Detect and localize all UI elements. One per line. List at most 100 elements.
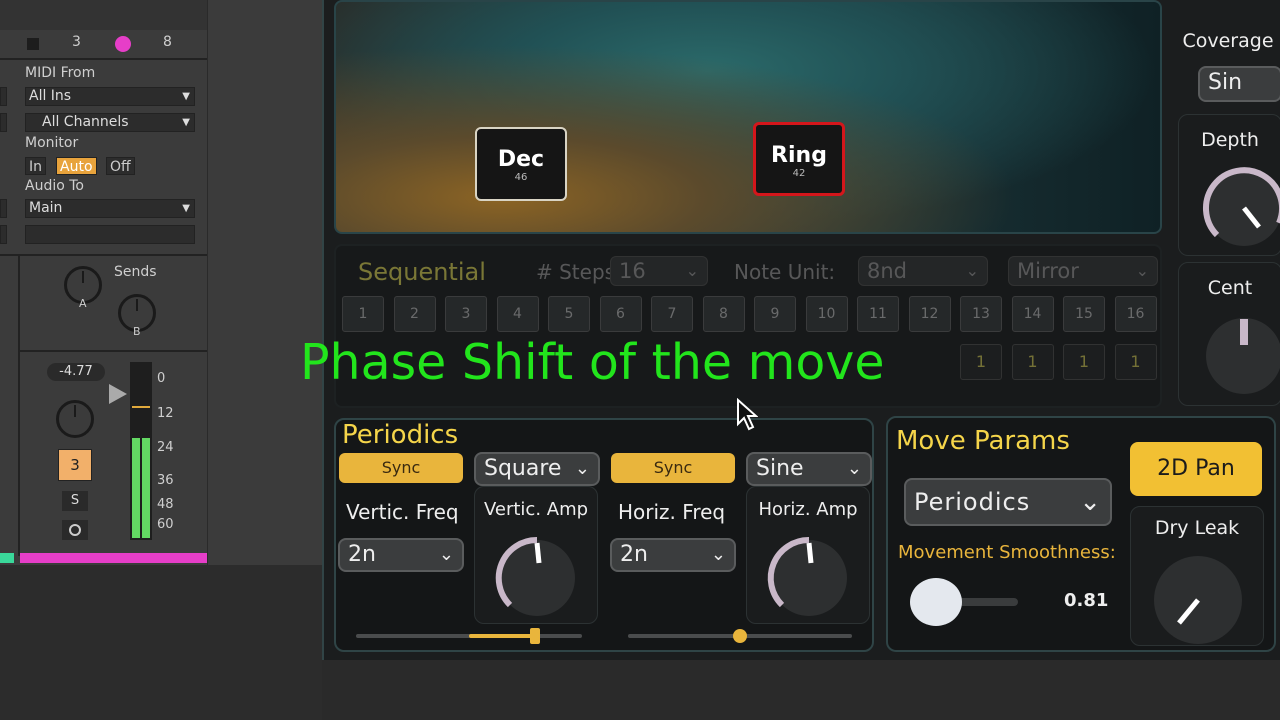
step-button[interactable]: 8 <box>702 296 745 332</box>
pan-knob[interactable] <box>56 400 94 438</box>
meter-scale-60: 60 <box>157 517 174 532</box>
step-button[interactable]: 1 <box>342 296 384 332</box>
steps-label: # Steps <box>536 260 616 284</box>
track-header <box>0 0 207 30</box>
step-button[interactable]: 2 <box>393 296 436 332</box>
horizontal-amp-knob[interactable] <box>764 533 854 623</box>
input-channel-select-edge[interactable] <box>0 113 7 132</box>
chevron-down-icon: ⌄ <box>1079 487 1102 517</box>
step-button[interactable]: 12 <box>908 296 951 332</box>
audio-type-select-edge[interactable] <box>0 199 7 218</box>
movement-mode-select[interactable]: Periodics ⌄ <box>904 478 1112 526</box>
mode-value: Periodics <box>914 488 1031 516</box>
step-button[interactable]: 7 <box>651 296 693 332</box>
monitor-in-button[interactable]: In <box>25 157 47 175</box>
track-color-bar-prev <box>0 553 14 563</box>
step-button[interactable]: 6 <box>599 296 642 332</box>
input-type-select-edge[interactable] <box>0 87 7 106</box>
horizontal-amp-label: Horiz. Amp <box>758 499 858 520</box>
sync-vertical-button[interactable]: Sync <box>339 453 463 483</box>
move-params-panel: Move Params 2D Pan Periodics ⌄ Movement S… <box>886 416 1276 652</box>
vertical-phase-thumb[interactable] <box>530 628 541 644</box>
horizontal-freq-select[interactable]: 2n ⌄ <box>610 538 736 572</box>
stop-icon[interactable] <box>27 38 39 50</box>
step-button[interactable]: 16 <box>1114 296 1157 332</box>
chevron-down-icon: ⌄ <box>1135 261 1149 280</box>
vertical-freq-label: Vertic. Freq <box>346 500 459 524</box>
step-value-cell[interactable]: 1 <box>1011 344 1054 380</box>
divider <box>0 254 207 256</box>
node-number: 46 <box>514 172 528 183</box>
dry-leak-knob[interactable] <box>1151 553 1245 647</box>
move-params-title: Move Params <box>896 426 1070 456</box>
steps-select[interactable]: 16 ⌄ <box>610 256 708 286</box>
note-unit-select[interactable]: 8nd ⌄ <box>858 256 988 286</box>
chevron-down-icon: ⌄ <box>685 261 699 280</box>
sends-label: Sends <box>114 264 157 280</box>
smoothness-value: 0.81 <box>1064 590 1109 611</box>
background-area <box>0 565 322 720</box>
step-button[interactable]: 14 <box>1011 296 1054 332</box>
chevron-down-icon: ▼ <box>182 203 190 214</box>
step-button[interactable]: 13 <box>960 296 1002 332</box>
record-icon <box>69 524 81 536</box>
monitor-auto-button[interactable]: Auto <box>56 157 97 175</box>
monitor-label: Monitor <box>25 135 79 151</box>
step-value-cell[interactable]: 1 <box>1114 344 1157 380</box>
track-activator-button[interactable]: 3 <box>58 449 92 481</box>
meter-scale-36: 36 <box>157 473 174 488</box>
step-value-cell[interactable]: 1 <box>1063 344 1105 380</box>
meter-scale-12: 12 <box>157 406 174 421</box>
2d-pan-button[interactable]: 2D Pan <box>1130 442 1262 496</box>
node-ring[interactable]: Ring 42 <box>753 122 845 196</box>
chevron-down-icon: ⌄ <box>846 458 862 479</box>
vertical-freq-select[interactable]: 2n ⌄ <box>338 538 464 572</box>
monitor-off-button[interactable]: Off <box>106 157 135 175</box>
step-button[interactable]: 15 <box>1063 296 1105 332</box>
step-value-cell[interactable]: 1 <box>960 344 1002 380</box>
spatial-stage[interactable]: Dec 46 Ring 42 <box>334 0 1162 234</box>
chevron-down-icon: ⌄ <box>710 544 726 565</box>
audio-to-value: Main <box>29 200 63 216</box>
coverage-value: Sin <box>1208 70 1243 95</box>
vertical-amp-knob[interactable] <box>492 533 582 623</box>
coverage-select[interactable]: Sin <box>1198 66 1280 102</box>
step-button[interactable]: 10 <box>805 296 848 332</box>
track-number-label: 3 <box>72 34 81 50</box>
meter-left-fill <box>132 438 140 538</box>
freq-value: 2n <box>348 542 376 567</box>
step-button[interactable]: 5 <box>548 296 590 332</box>
midi-from-label: MIDI From <box>25 65 96 81</box>
record-arm-icon[interactable] <box>115 36 131 52</box>
periodics-title: Periodics <box>342 420 459 450</box>
solo-button[interactable]: S <box>62 491 88 511</box>
vertical-waveform-select[interactable]: Square ⌄ <box>474 452 600 486</box>
midi-from-select[interactable]: All Ins ▼ <box>25 87 195 106</box>
arm-button[interactable] <box>62 520 88 540</box>
horizontal-amp-control: Horiz. Amp <box>746 486 870 624</box>
audio-channel-select[interactable] <box>25 225 195 244</box>
audio-channel-select-edge[interactable] <box>0 225 7 244</box>
meter-scale-24: 24 <box>157 440 174 455</box>
audio-to-select[interactable]: Main ▼ <box>25 199 195 218</box>
volume-fader-handle[interactable] <box>109 384 127 404</box>
midi-channel-select[interactable]: All Channels ▼ <box>25 113 195 132</box>
volume-value[interactable]: -4.77 <box>47 363 105 381</box>
step-button[interactable]: 9 <box>754 296 796 332</box>
step-button[interactable]: 11 <box>857 296 899 332</box>
send-b-label: B <box>133 325 141 338</box>
sync-horizontal-button[interactable]: Sync <box>611 453 735 483</box>
send-a-label: A <box>79 297 87 310</box>
depth-knob[interactable] <box>1199 163 1280 253</box>
smoothness-thumb[interactable] <box>910 578 962 626</box>
horizontal-waveform-select[interactable]: Sine ⌄ <box>746 452 872 486</box>
node-dec[interactable]: Dec 46 <box>475 127 567 201</box>
mode-select[interactable]: Mirror ⌄ <box>1008 256 1158 286</box>
knob-pointer <box>82 271 84 283</box>
track-color-bar <box>20 553 207 563</box>
horizontal-phase-thumb[interactable] <box>733 629 747 643</box>
midi-from-value: All Ins <box>29 88 72 104</box>
step-button[interactable]: 4 <box>496 296 539 332</box>
cent-knob[interactable] <box>1199 311 1280 401</box>
step-button[interactable]: 3 <box>445 296 487 332</box>
